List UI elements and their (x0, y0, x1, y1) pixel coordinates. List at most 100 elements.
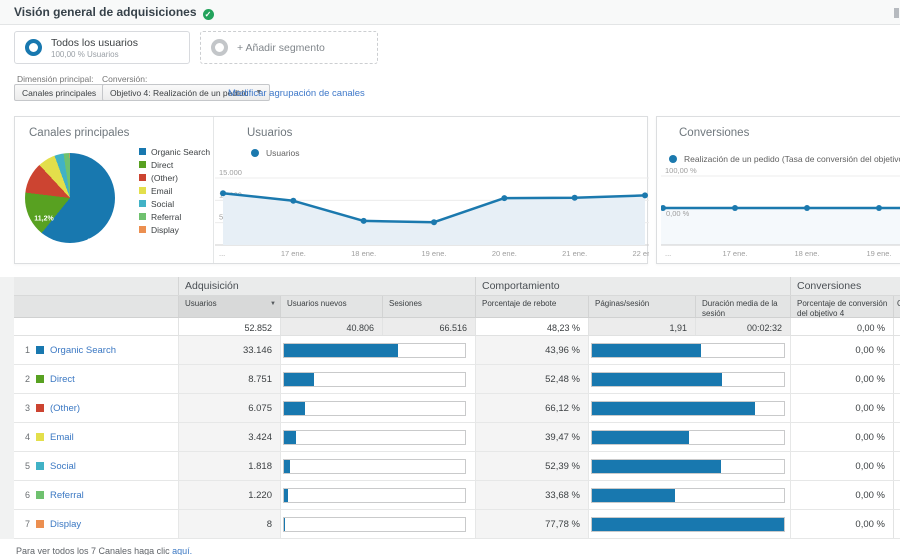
segment-chip-all-users[interactable]: Todos los usuarios 100,00 % Usuarios (14, 31, 190, 64)
column-header-pages-session[interactable]: Páginas/sesión (588, 296, 695, 317)
footer-link[interactable]: aquí. (172, 546, 192, 555)
total-avg-duration: 00:02:32 (695, 318, 790, 335)
channel-link[interactable]: Email (50, 432, 74, 443)
svg-text:18 ene.: 18 ene. (794, 249, 819, 258)
pie-legend: Organic Search Direct (Other) Email Social Re… (139, 145, 210, 236)
users-value: 3.424 (178, 423, 280, 451)
pie-slice-label-other: 11,2% (34, 215, 54, 223)
legend-swatch (139, 148, 146, 155)
row-rank: 7 (24, 519, 30, 529)
bounce-value: 66,12 % (475, 394, 588, 422)
table-row: 2 Direct 8.751 52,48 % 0,00 % (14, 365, 900, 394)
total-goal-conversion: 0,00 % (790, 318, 893, 335)
table-row: 3 (Other) 6.075 66,12 % 0,00 % (14, 394, 900, 423)
bounce-bar-cell (588, 481, 790, 509)
cropped-toolbar-icon[interactable] (894, 8, 899, 18)
goal-conversion-value: 0,00 % (790, 365, 893, 393)
row-cut (893, 423, 900, 451)
table-column-header-row: ▼ Usuarios Usuarios nuevos Sesiones Porce… (14, 296, 900, 318)
svg-text:17 ene.: 17 ene. (281, 249, 306, 258)
bounce-bar-cell (588, 336, 790, 364)
row-cut (893, 365, 900, 393)
goal-conversion-value: 0,00 % (790, 394, 893, 422)
users-bar-fill (284, 460, 291, 473)
legend-item: Email (139, 184, 210, 197)
svg-text:0,00 %: 0,00 % (666, 209, 690, 218)
users-bar-box (283, 488, 466, 503)
bounce-bar-box (591, 401, 785, 416)
column-header-avg-duration[interactable]: Duración media de la sesión (695, 296, 790, 317)
svg-text:20 ene.: 20 ene. (492, 249, 517, 258)
totals-spacer (14, 318, 178, 335)
channel-cell: 4 Email (14, 423, 178, 451)
channel-cell: 5 Social (14, 452, 178, 480)
channel-link[interactable]: (Other) (50, 403, 80, 414)
users-bar-fill (284, 489, 289, 502)
bounce-bar-fill (592, 373, 722, 386)
segment-subtitle: 100,00 % Usuarios (51, 49, 119, 59)
totals-cut (893, 318, 900, 335)
column-header-bounce-rate[interactable]: Porcentaje de rebote (475, 296, 588, 317)
column-header-users[interactable]: ▼ Usuarios (178, 296, 280, 317)
conversion-label: Conversión: (102, 74, 148, 84)
table-row: 6 Referral 1.220 33,68 % 0,00 % (14, 481, 900, 510)
legend-swatch (139, 187, 146, 194)
table-left-gutter (0, 277, 14, 539)
group-behavior: Comportamiento (475, 277, 790, 295)
svg-text:22 ene.: 22 ene. (632, 249, 649, 258)
goal-conversion-value: 0,00 % (790, 452, 893, 480)
channel-link[interactable]: Social (50, 461, 76, 472)
column-header-goal-conversion[interactable]: Porcentaje de conversión del objetivo 4 (790, 296, 893, 317)
row-cut (893, 481, 900, 509)
bounce-value: 43,96 % (475, 336, 588, 364)
svg-text:18 ene.: 18 ene. (351, 249, 376, 258)
row-cut (893, 394, 900, 422)
legend-label: Social (151, 198, 175, 209)
column-header-cut: C (893, 296, 900, 317)
series-dot-icon (669, 155, 677, 163)
verified-check-icon: ✓ (202, 9, 214, 20)
channel-link[interactable]: Organic Search (50, 345, 116, 356)
conversions-panel-title: Conversiones (679, 127, 750, 139)
bounce-bar-cell (588, 365, 790, 393)
goal-conversion-value: 0,00 % (790, 336, 893, 364)
sort-desc-icon: ▼ (270, 301, 276, 307)
legend-label: Direct (151, 159, 174, 170)
channel-cell: 7 Display (14, 510, 178, 538)
users-value: 1.818 (178, 452, 280, 480)
edit-channel-grouping-link[interactable]: Modificar agrupación de canales (228, 88, 365, 99)
svg-text:19 ene.: 19 ene. (421, 249, 446, 258)
table-row: 5 Social 1.818 52,39 % 0,00 % (14, 452, 900, 481)
users-bar-box (283, 459, 466, 474)
legend-swatch (139, 161, 146, 168)
row-rank: 5 (24, 461, 30, 471)
primary-dimension-label: Dimensión principal: (17, 74, 94, 84)
goal-conversion-value: 0,00 % (790, 481, 893, 509)
pie-panel-title: Canales principales (29, 127, 130, 139)
channel-link[interactable]: Direct (50, 374, 75, 385)
users-value: 33.146 (178, 336, 280, 364)
users-bar-box (283, 517, 466, 532)
goal-conversion-value: 0,00 % (790, 510, 893, 538)
legend-item: Direct (139, 158, 210, 171)
bounce-bar-box (591, 488, 785, 503)
legend-label: (Other) (151, 172, 178, 183)
users-bar-fill (284, 373, 314, 386)
column-header-new-users[interactable]: Usuarios nuevos (280, 296, 382, 317)
channel-link[interactable]: Referral (50, 490, 84, 501)
segment-title: Todos los usuarios (51, 36, 138, 49)
channels-pie-chart: 60,9% 16,1% 11,2% (25, 153, 115, 247)
users-value: 8.751 (178, 365, 280, 393)
users-value: 6.075 (178, 394, 280, 422)
bounce-bar-box (591, 459, 785, 474)
column-header-sessions[interactable]: Sesiones (382, 296, 475, 317)
conversions-card: Conversiones Realización de un pedido (T… (656, 116, 900, 264)
channel-link[interactable]: Display (50, 519, 81, 530)
segment-text: Todos los usuarios 100,00 % Usuarios (51, 37, 138, 59)
conversions-series-legend: Realización de un pedido (Tasa de conver… (669, 154, 900, 164)
bounce-bar-fill (592, 460, 722, 473)
table-totals-row: 52.852 40.806 66.516 48,23 % 1,91 00:02:… (14, 318, 900, 336)
channel-swatch (36, 462, 44, 470)
add-segment-chip[interactable]: + Añadir segmento (200, 31, 378, 64)
